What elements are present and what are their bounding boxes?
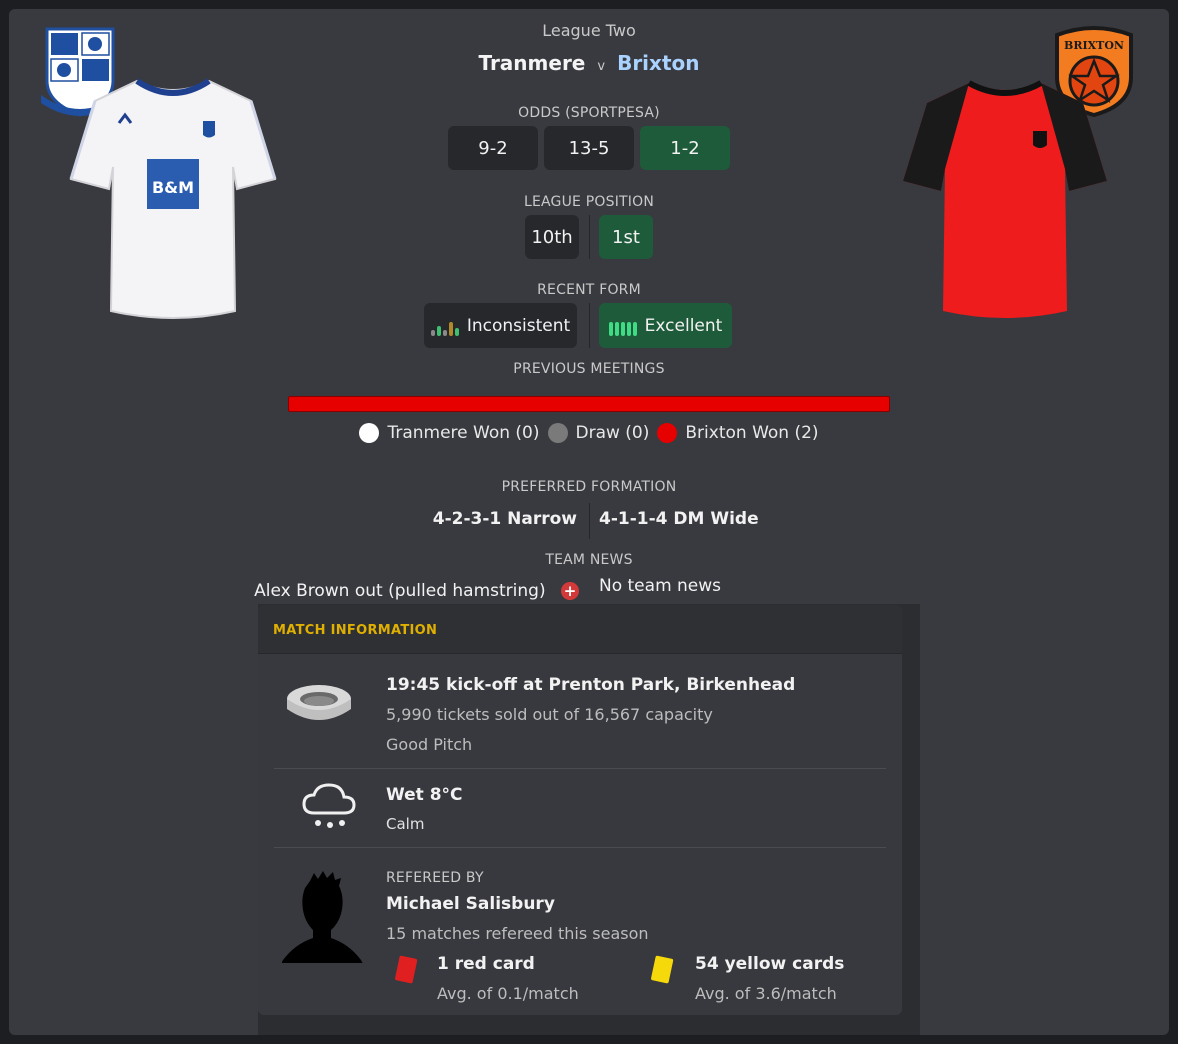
formation-home[interactable]: 4-2-3-1 Narrow bbox=[351, 509, 577, 529]
form-bars-icon bbox=[430, 316, 459, 336]
referee-avatar[interactable] bbox=[282, 871, 366, 963]
match-information-title: MATCH INFORMATION bbox=[273, 623, 438, 638]
recent-form-home[interactable]: Inconsistent bbox=[424, 303, 577, 348]
recent-form-home-label: Inconsistent bbox=[466, 315, 571, 336]
meetings-legend: Tranmere Won (0) Draw (0) Brixton Won (2… bbox=[9, 423, 1169, 443]
odds-home[interactable]: 9-2 bbox=[448, 126, 538, 170]
formation-away[interactable]: 4-1-1-4 DM Wide bbox=[599, 509, 899, 529]
red-card-count: 1 red card bbox=[437, 954, 535, 974]
league-position-title: LEAGUE POSITION bbox=[523, 194, 655, 210]
rain-cloud-icon bbox=[302, 783, 356, 828]
injury-icon: + bbox=[561, 582, 579, 600]
stadium-icon bbox=[287, 685, 351, 720]
away-team-name[interactable]: Brixton bbox=[617, 51, 699, 75]
home-team-name[interactable]: Tranmere bbox=[479, 51, 586, 75]
refereed-by-caption: REFEREED BY bbox=[386, 870, 484, 886]
versus-label: v bbox=[597, 59, 606, 74]
team-news-away: No team news bbox=[599, 576, 722, 596]
kickoff-venue[interactable]: 19:45 kick-off at Prenton Park, Birkenhe… bbox=[386, 675, 795, 695]
pitch-condition: Good Pitch bbox=[386, 735, 473, 754]
preferred-formation-title: PREFERRED FORMATION bbox=[501, 479, 677, 495]
yellow-card-icon bbox=[651, 955, 674, 984]
position-divider bbox=[589, 215, 590, 259]
recent-form-away-label: Excellent bbox=[644, 315, 723, 336]
red-card-average: Avg. of 0.1/match bbox=[437, 984, 579, 1003]
previous-meetings-title: PREVIOUS MEETINGS bbox=[513, 361, 665, 377]
home-won-dot-icon bbox=[359, 423, 380, 443]
away-won-dot-icon bbox=[657, 423, 678, 443]
legend-away-won: Brixton Won (2) bbox=[657, 423, 819, 443]
team-news-title: TEAM NEWS bbox=[545, 552, 633, 568]
ticket-sales: 5,990 tickets sold out of 16,567 capacit… bbox=[386, 705, 713, 724]
fixture-title: Tranmere v Brixton bbox=[9, 51, 1169, 75]
referee-matches: 15 matches refereed this season bbox=[386, 924, 649, 943]
legend-draw: Draw (0) bbox=[547, 423, 650, 443]
draw-dot-icon bbox=[547, 423, 568, 443]
wind-condition: Calm bbox=[386, 815, 425, 833]
recent-form-away[interactable]: Excellent bbox=[599, 303, 732, 348]
odds-title: ODDS (SPORTPESA) bbox=[518, 105, 660, 121]
odds-draw[interactable]: 13-5 bbox=[544, 126, 634, 170]
form-bars-icon bbox=[608, 316, 637, 336]
odds-away[interactable]: 1-2 bbox=[640, 126, 730, 170]
team-news-home-text: Alex Brown out (pulled hamstring) bbox=[254, 581, 546, 601]
weather-summary: Wet 8°C bbox=[386, 785, 463, 805]
league-position-home[interactable]: 10th bbox=[525, 215, 579, 259]
form-divider bbox=[589, 303, 590, 348]
recent-form-title: RECENT FORM bbox=[537, 282, 641, 298]
competition-label: League Two bbox=[542, 21, 636, 40]
match-information-card: MATCH INFORMATION 19:45 kick-off at Pren… bbox=[258, 605, 902, 1015]
team-news-home[interactable]: Alex Brown out (pulled hamstring) + bbox=[235, 581, 579, 601]
red-card-icon bbox=[395, 955, 418, 984]
away-won-label: Brixton Won (2) bbox=[685, 423, 819, 443]
yellow-card-average: Avg. of 3.6/match bbox=[695, 984, 837, 1003]
referee-name[interactable]: Michael Salisbury bbox=[386, 894, 555, 914]
meetings-bar bbox=[288, 396, 890, 412]
separator bbox=[274, 768, 886, 769]
separator bbox=[274, 847, 886, 848]
yellow-card-count: 54 yellow cards bbox=[695, 954, 845, 974]
home-won-label: Tranmere Won (0) bbox=[387, 423, 540, 443]
legend-home-won: Tranmere Won (0) bbox=[359, 423, 540, 443]
draw-label: Draw (0) bbox=[575, 423, 650, 443]
formation-divider bbox=[589, 503, 590, 539]
league-position-away[interactable]: 1st bbox=[599, 215, 653, 259]
